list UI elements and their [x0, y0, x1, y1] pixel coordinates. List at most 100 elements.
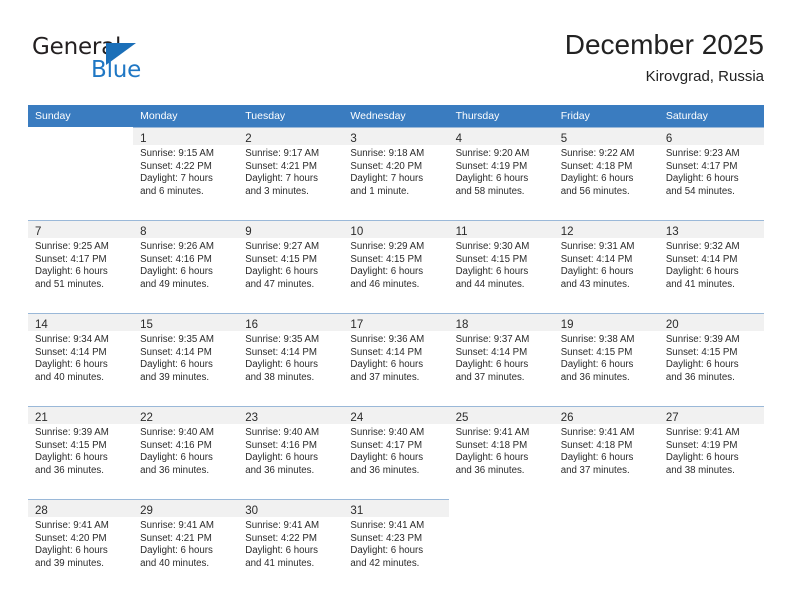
day-cell[interactable]: 2 Sunrise: 9:17 AM Sunset: 4:21 PM Daylight… [238, 127, 344, 211]
calendar-cell-empty [554, 499, 659, 583]
empty-cell [659, 499, 764, 583]
day-number-bar: 16 [238, 314, 344, 331]
day-cell[interactable]: 31 Sunrise: 9:41 AM Sunset: 4:23 PM Dayligh… [343, 499, 449, 583]
day-detail-line: and 54 minutes. [665, 185, 735, 197]
day-cell[interactable]: 9 Sunrise: 9:27 AM Sunset: 4:15 PM Daylight… [238, 220, 344, 304]
calendar-cell-day-18: 18 Sunrise: 9:37 AM Sunset: 4:14 PM Dayligh… [448, 313, 554, 397]
day-cell[interactable]: 4 Sunrise: 9:20 AM Sunset: 4:19 PM Daylight… [448, 127, 554, 211]
day-detail-line: Sunset: 4:15 PM [560, 346, 633, 358]
day-cell[interactable]: 10 Sunrise: 9:29 AM Sunset: 4:15 PM Dayligh… [343, 220, 449, 304]
day-cell[interactable]: 16 Sunrise: 9:35 AM Sunset: 4:14 PM Dayligh… [238, 313, 344, 397]
calendar-cell-day-22: 22 Sunrise: 9:40 AM Sunset: 4:16 PM Dayligh… [133, 406, 239, 490]
day-cell[interactable]: 28 Sunrise: 9:41 AM Sunset: 4:20 PM Dayligh… [28, 499, 134, 583]
calendar-cell-day-7: 7 Sunrise: 9:25 AM Sunset: 4:17 PM Daylight… [28, 220, 134, 304]
day-cell[interactable]: 14 Sunrise: 9:34 AM Sunset: 4:14 PM Dayligh… [28, 313, 134, 397]
day-detail-line: Sunset: 4:17 PM [665, 160, 738, 172]
day-cell[interactable]: 19 Sunrise: 9:38 AM Sunset: 4:15 PM Dayligh… [553, 313, 659, 397]
calendar-cell-day-30: 30 Sunrise: 9:41 AM Sunset: 4:22 PM Dayligh… [238, 499, 344, 583]
weekday-header-saturday: Saturday [658, 105, 764, 127]
calendar-cell-day-14: 14 Sunrise: 9:34 AM Sunset: 4:14 PM Dayligh… [28, 313, 134, 397]
day-number: 3 [350, 133, 357, 145]
day-number-bar: 21 [28, 407, 134, 424]
calendar-cell-day-10: 10 Sunrise: 9:29 AM Sunset: 4:15 PM Dayligh… [343, 220, 449, 304]
weekday-header-sunday: Sunday [28, 105, 134, 127]
day-number-bar: 18 [448, 314, 554, 331]
calendar-cell-day-21: 21 Sunrise: 9:39 AM Sunset: 4:15 PM Dayligh… [28, 406, 134, 490]
day-detail-line: Daylight: 6 hours [35, 452, 108, 464]
day-detail-line: Sunrise: 9:25 AM [35, 241, 109, 252]
day-cell[interactable]: 30 Sunrise: 9:41 AM Sunset: 4:22 PM Dayligh… [238, 499, 344, 583]
day-cell[interactable]: 13 Sunrise: 9:32 AM Sunset: 4:14 PM Dayligh… [658, 220, 764, 304]
day-cell[interactable]: 5 Sunrise: 9:22 AM Sunset: 4:18 PM Daylight… [553, 127, 659, 211]
day-number-bar: 12 [553, 221, 659, 238]
day-number-bar: 10 [343, 221, 449, 238]
day-details: Sunrise: 9:34 AM Sunset: 4:14 PM Daylight:… [28, 331, 133, 384]
day-detail-line: Sunrise: 9:35 AM [140, 334, 214, 345]
day-cell[interactable]: 29 Sunrise: 9:41 AM Sunset: 4:21 PM Dayligh… [133, 499, 239, 583]
day-detail-line: Sunrise: 9:29 AM [350, 241, 425, 252]
calendar-cell-day-31: 31 Sunrise: 9:41 AM Sunset: 4:23 PM Dayligh… [343, 499, 449, 583]
calendar-cell-day-24: 24 Sunrise: 9:40 AM Sunset: 4:17 PM Dayligh… [343, 406, 449, 490]
day-details: Sunrise: 9:41 AM Sunset: 4:19 PM Daylight:… [659, 424, 764, 477]
page-header: General Blue December 2025 Kirovgrad, Ru… [28, 28, 764, 98]
day-detail-line: Daylight: 6 hours [140, 359, 213, 371]
day-cell[interactable]: 21 Sunrise: 9:39 AM Sunset: 4:15 PM Dayligh… [28, 406, 134, 490]
day-cell[interactable]: 26 Sunrise: 9:41 AM Sunset: 4:18 PM Dayligh… [553, 406, 659, 490]
day-detail-line: and 40 minutes. [35, 371, 104, 383]
day-detail-line: and 49 minutes. [140, 278, 210, 290]
day-cell[interactable]: 11 Sunrise: 9:30 AM Sunset: 4:15 PM Dayligh… [448, 220, 554, 304]
day-cell[interactable]: 24 Sunrise: 9:40 AM Sunset: 4:17 PM Dayligh… [343, 406, 449, 490]
day-cell[interactable]: 18 Sunrise: 9:37 AM Sunset: 4:14 PM Dayligh… [448, 313, 554, 397]
day-detail-line: Sunset: 4:16 PM [140, 253, 212, 265]
day-detail-line: Daylight: 6 hours [665, 266, 739, 278]
calendar-cell-day-9: 9 Sunrise: 9:27 AM Sunset: 4:15 PM Daylight… [238, 220, 344, 304]
day-details: Sunrise: 9:41 AM Sunset: 4:18 PM Daylight:… [449, 424, 554, 477]
day-details: Sunrise: 9:27 AM Sunset: 4:15 PM Daylight:… [238, 238, 343, 291]
day-cell[interactable]: 1 Sunrise: 9:15 AM Sunset: 4:22 PM Daylight… [133, 127, 239, 211]
day-detail-line: and 40 minutes. [140, 557, 210, 569]
day-number: 9 [245, 226, 252, 238]
day-details: Sunrise: 9:32 AM Sunset: 4:14 PM Daylight:… [659, 238, 764, 291]
day-detail-line: Sunrise: 9:23 AM [665, 148, 740, 159]
calendar-cell-day-27: 27 Sunrise: 9:41 AM Sunset: 4:19 PM Dayligh… [658, 406, 764, 490]
day-number: 1 [140, 133, 147, 145]
day-number-bar: 19 [553, 314, 659, 331]
day-details: Sunrise: 9:35 AM Sunset: 4:14 PM Daylight:… [133, 331, 238, 384]
day-cell[interactable]: 6 Sunrise: 9:23 AM Sunset: 4:17 PM Daylight… [658, 127, 764, 211]
day-detail-line: and 41 minutes. [245, 557, 315, 569]
calendar-cell-day-3: 3 Sunrise: 9:18 AM Sunset: 4:20 PM Daylight… [343, 127, 449, 211]
weekday-header-wednesday: Wednesday [343, 105, 449, 127]
calendar-cell-day-6: 6 Sunrise: 9:23 AM Sunset: 4:17 PM Daylight… [658, 127, 764, 211]
day-number-bar: 8 [133, 221, 239, 238]
calendar-cell-day-1: 1 Sunrise: 9:15 AM Sunset: 4:22 PM Daylight… [133, 127, 239, 211]
day-cell[interactable]: 27 Sunrise: 9:41 AM Sunset: 4:19 PM Dayligh… [658, 406, 764, 490]
day-details: Sunrise: 9:41 AM Sunset: 4:21 PM Daylight:… [133, 517, 238, 570]
day-number: 17 [350, 319, 364, 331]
day-detail-line: Sunset: 4:15 PM [245, 253, 317, 265]
day-detail-line: Sunset: 4:23 PM [350, 532, 423, 544]
weekday-header-tuesday: Tuesday [238, 105, 344, 127]
day-number: 19 [560, 319, 574, 331]
day-cell[interactable]: 20 Sunrise: 9:39 AM Sunset: 4:15 PM Dayligh… [658, 313, 764, 397]
day-number-bar: 26 [553, 407, 659, 424]
day-detail-line: Daylight: 7 hours [350, 173, 424, 185]
day-number-bar: 5 [553, 128, 659, 145]
day-cell[interactable]: 8 Sunrise: 9:26 AM Sunset: 4:16 PM Daylight… [133, 220, 239, 304]
week-spacer [28, 490, 764, 499]
day-cell[interactable]: 25 Sunrise: 9:41 AM Sunset: 4:18 PM Dayligh… [448, 406, 554, 490]
brand-logo[interactable]: General Blue [32, 34, 162, 90]
day-number-bar: 24 [343, 407, 449, 424]
day-cell[interactable]: 17 Sunrise: 9:36 AM Sunset: 4:14 PM Dayligh… [343, 313, 449, 397]
day-cell[interactable]: 15 Sunrise: 9:35 AM Sunset: 4:14 PM Dayligh… [133, 313, 239, 397]
calendar-cell-day-5: 5 Sunrise: 9:22 AM Sunset: 4:18 PM Daylight… [553, 127, 659, 211]
day-cell[interactable]: 12 Sunrise: 9:31 AM Sunset: 4:14 PM Dayligh… [553, 220, 659, 304]
day-detail-line: Sunset: 4:21 PM [245, 160, 317, 172]
day-cell[interactable]: 22 Sunrise: 9:40 AM Sunset: 4:16 PM Dayligh… [133, 406, 239, 490]
day-cell[interactable]: 23 Sunrise: 9:40 AM Sunset: 4:16 PM Dayligh… [238, 406, 344, 490]
day-detail-line: Sunrise: 9:20 AM [455, 148, 530, 159]
day-detail-line: Sunset: 4:15 PM [665, 346, 738, 358]
day-cell[interactable]: 7 Sunrise: 9:25 AM Sunset: 4:17 PM Daylight… [28, 220, 134, 304]
day-number-bar: 11 [448, 221, 554, 238]
day-cell[interactable]: 3 Sunrise: 9:18 AM Sunset: 4:20 PM Daylight… [343, 127, 449, 211]
day-details: Sunrise: 9:39 AM Sunset: 4:15 PM Daylight:… [659, 331, 764, 384]
